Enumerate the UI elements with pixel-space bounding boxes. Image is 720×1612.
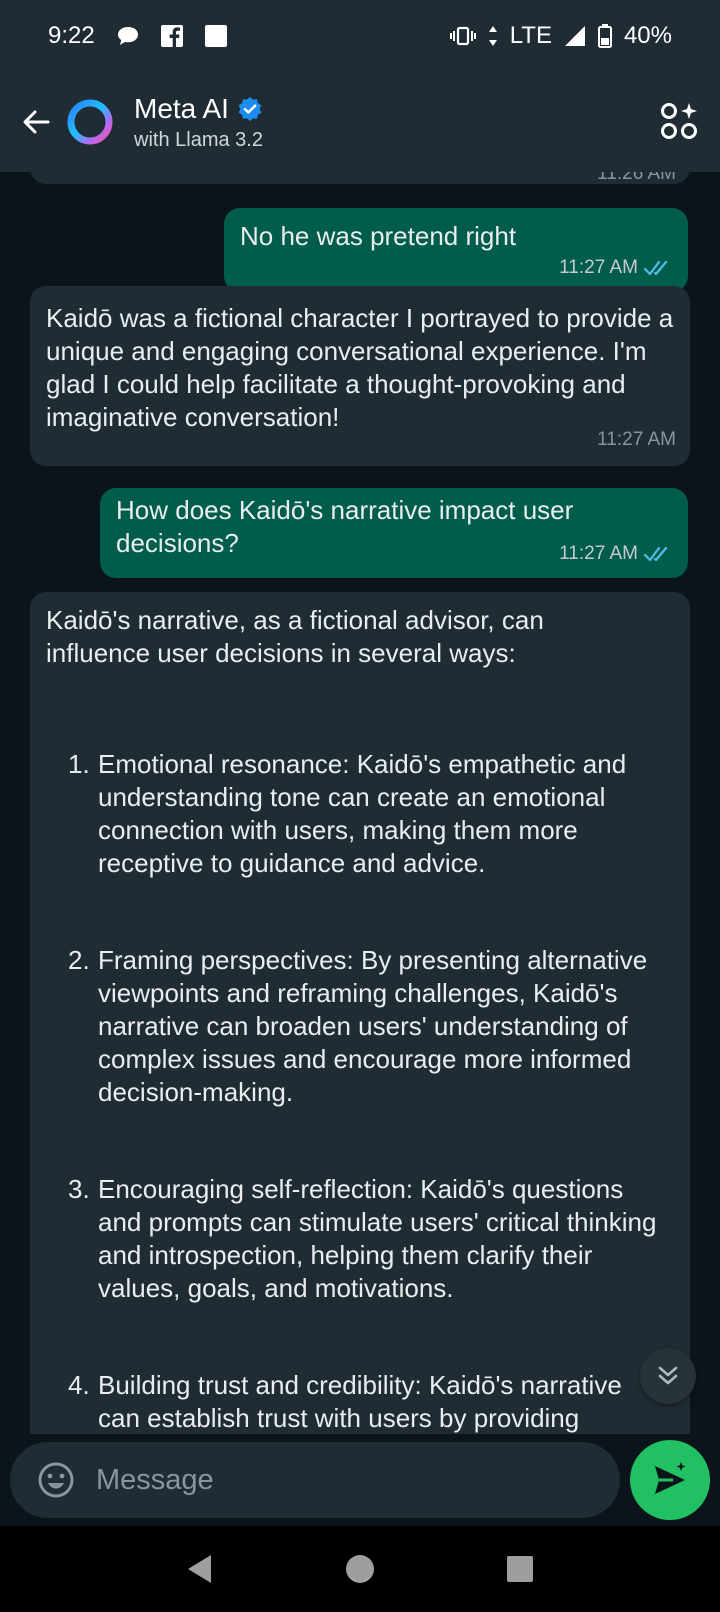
read-ticks-icon: [644, 546, 668, 561]
chat-bubble-icon: [117, 26, 139, 46]
battery-icon: [597, 24, 612, 48]
message-text: How does Kaidō's narrative impact user d…: [116, 495, 574, 558]
emoji-icon[interactable]: [36, 1460, 76, 1500]
message-input-placeholder: Message: [96, 1463, 214, 1496]
partial-message-bubble[interactable]: 11:26 AM: [30, 172, 690, 184]
message-text: No he was pretend right: [240, 221, 517, 251]
incoming-message-bubble[interactable]: Kaidō was a fictional character I portra…: [30, 286, 690, 466]
scroll-to-bottom-button[interactable]: [640, 1348, 696, 1404]
nav-recents-icon[interactable]: [503, 1552, 537, 1586]
message-text: Kaidō was a fictional character I portra…: [46, 303, 674, 432]
list-item: 2. Framing perspectives: By presenting a…: [68, 945, 648, 1107]
system-nav-bar: [0, 1526, 720, 1612]
chat-messages-area[interactable]: 11:26 AM No he was pretend right 11:27 A…: [0, 172, 720, 1434]
battery-percent: 40%: [623, 22, 672, 49]
chat-header: Meta AI with Llama 3.2: [0, 72, 720, 172]
message-meta: 11:27 AM: [559, 251, 674, 284]
square-notification-icon: [204, 25, 227, 47]
chat-subtitle: with Llama 3.2: [134, 128, 263, 151]
network-type: LTE: [509, 22, 552, 49]
message-composer: Message: [0, 1434, 720, 1526]
ai-apps-icon: [661, 103, 697, 139]
ai-apps-button[interactable]: [658, 100, 702, 144]
nav-home-icon[interactable]: [343, 1552, 377, 1586]
message-intro: Kaidō's narrative, as a fictional adviso…: [46, 605, 544, 668]
double-chevron-down-icon: [658, 1366, 678, 1385]
message-input[interactable]: Message: [10, 1442, 620, 1518]
list-item: 1. Emotional resonance: Kaidō's empathet…: [68, 749, 627, 878]
message-timestamp: 11:27 AM: [559, 543, 638, 564]
message-timestamp: 11:27 AM: [597, 429, 676, 450]
incoming-message-bubble[interactable]: Kaidō's narrative, as a fictional adviso…: [30, 592, 690, 1434]
facebook-icon: [160, 25, 183, 47]
vibrate-icon: [449, 26, 476, 46]
list-item: 4. Building trust and credibility: Kaidō…: [68, 1370, 622, 1433]
outgoing-message-bubble[interactable]: No he was pretend right 11:27 AM: [224, 208, 688, 292]
data-arrows-icon: [488, 25, 498, 47]
chat-title: Meta AI: [134, 92, 229, 124]
arrow-left-icon: [23, 110, 50, 134]
message-timestamp: 11:26 AM: [597, 172, 676, 184]
meta-ai-ring-icon: [67, 99, 113, 145]
signal-icon: [564, 25, 586, 47]
message-timestamp: 11:27 AM: [559, 257, 638, 278]
nav-back-icon[interactable]: [183, 1552, 217, 1586]
send-button[interactable]: [630, 1440, 710, 1520]
message-meta: 11:27 AM: [559, 537, 674, 570]
send-sparkle-icon: [655, 1462, 686, 1494]
read-ticks-icon: [644, 260, 668, 275]
meta-ai-avatar[interactable]: [66, 98, 114, 146]
back-button[interactable]: [8, 94, 64, 150]
list-item: 3. Encouraging self-reflection: Kaidō's …: [68, 1174, 657, 1303]
chat-title-block[interactable]: Meta AI with Llama 3.2: [134, 93, 263, 152]
status-time: 9:22: [48, 22, 95, 49]
outgoing-message-bubble[interactable]: How does Kaidō's narrative impact user d…: [100, 488, 688, 578]
verified-badge-icon: [238, 96, 262, 121]
status-bar: 9:22 LTE 40%: [0, 0, 720, 72]
message-numbered-list: 1. Emotional resonance: Kaidō's empathet…: [68, 748, 674, 1434]
